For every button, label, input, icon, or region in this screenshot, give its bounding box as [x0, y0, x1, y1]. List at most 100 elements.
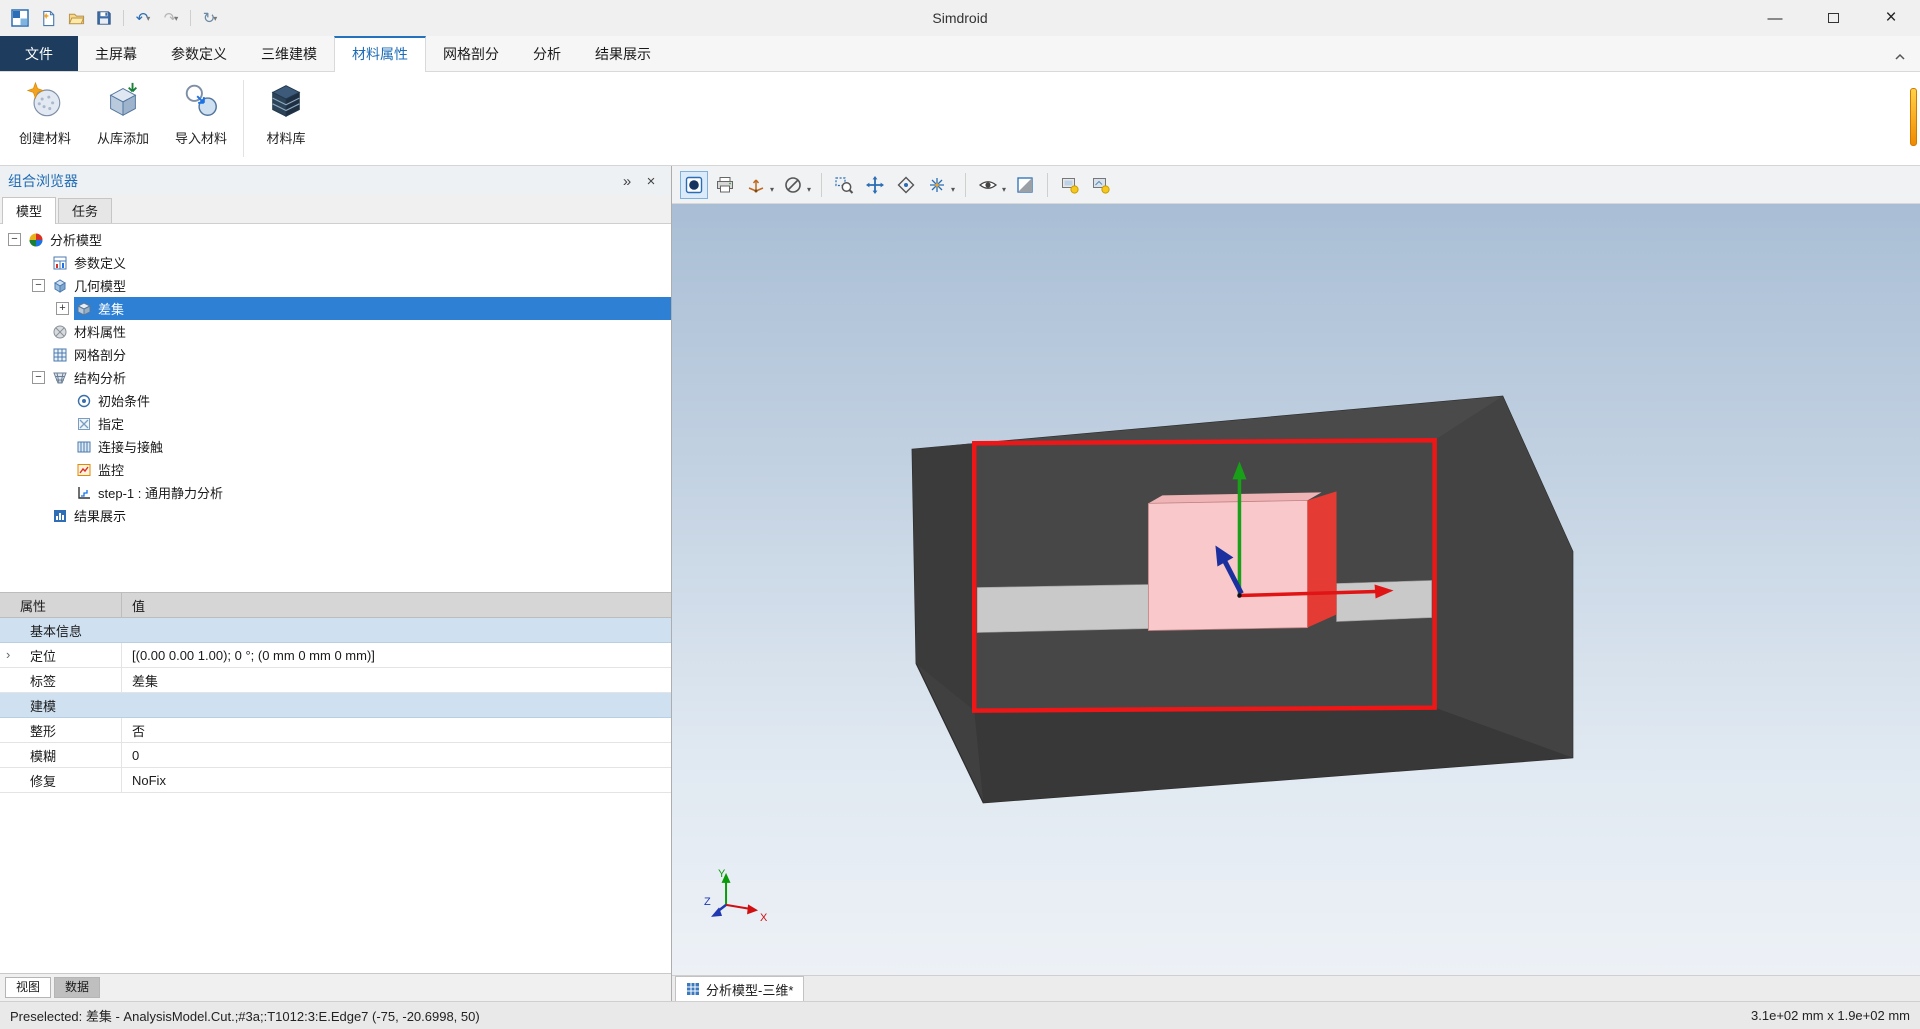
expander-icon[interactable]: +	[56, 302, 69, 315]
display-light-button-2[interactable]	[1087, 171, 1115, 199]
ribbon-button-label: 导入材料	[174, 131, 227, 146]
parameters-icon	[52, 255, 68, 271]
triad-z-label: Z	[704, 896, 711, 908]
create-material-button[interactable]: 创建材料	[6, 72, 84, 165]
quick-access-toolbar: ↶ ▾ ↷ ▾ ↻ ▾	[0, 6, 222, 30]
expander-icon[interactable]: −	[32, 371, 45, 384]
redo-button[interactable]: ↷ ▾	[159, 6, 183, 30]
toolbar-separator	[1047, 172, 1049, 197]
material-properties-icon	[52, 324, 68, 340]
tab-task[interactable]: 任务	[58, 198, 113, 223]
property-value[interactable]: NoFix	[122, 768, 671, 792]
manipulator-origin	[1237, 593, 1242, 598]
tree-item-step-1[interactable]: step-1 : 通用静力分析	[0, 481, 671, 504]
visibility-eye-button[interactable]	[974, 171, 1002, 199]
property-section-modeling: 建模	[0, 693, 671, 718]
model-right-face	[1434, 396, 1573, 758]
save-button[interactable]	[92, 6, 116, 30]
property-value[interactable]: 差集	[122, 668, 671, 692]
create-material-icon	[25, 80, 65, 123]
main-area: 组合浏览器 » × 模型 任务 − 分析模型 参数定义 − 几何模型 + 差集 …	[0, 166, 1920, 1001]
ribbon-tab-bar: 文件 主屏幕 参数定义 三维建模 材料属性 网格剖分 分析 结果展示	[0, 36, 1920, 72]
property-row-tag[interactable]: 标签 差集	[0, 668, 671, 693]
property-grid: 属性 值 基本信息 › 定位 [(0.00 0.00 1.00); 0 °; (…	[0, 592, 671, 793]
panel-title: 组合浏览器	[8, 173, 78, 189]
property-value[interactable]: 0	[122, 743, 671, 767]
collapse-ribbon-icon[interactable]	[1894, 49, 1906, 64]
material-library-button[interactable]: 材料库	[247, 72, 325, 165]
tab-material-properties[interactable]: 材料属性	[334, 36, 426, 72]
tree-item-label: 结构分析	[74, 371, 127, 386]
row-expand-chevron-icon[interactable]: ›	[6, 647, 10, 662]
close-panel-icon[interactable]: ×	[639, 173, 663, 190]
expander-icon[interactable]: −	[32, 279, 45, 292]
structural-analysis-icon	[52, 370, 68, 386]
tree-item-analysis-model[interactable]: − 分析模型	[0, 228, 671, 251]
pin-panel-icon[interactable]: »	[615, 173, 639, 190]
pivot-axis-button[interactable]	[742, 171, 770, 199]
import-material-button[interactable]: 导入材料	[162, 72, 240, 165]
tree-item-label: 网格剖分	[74, 348, 127, 363]
tree-item-geometry-model[interactable]: − 几何模型	[0, 274, 671, 297]
property-row-position[interactable]: › 定位 [(0.00 0.00 1.00); 0 °; (0 mm 0 mm …	[0, 643, 671, 668]
clip-dropdown-icon[interactable]: ▾	[807, 185, 811, 194]
property-row-shaping[interactable]: 整形 否	[0, 718, 671, 743]
print-button[interactable]	[711, 171, 739, 199]
fit-view-button[interactable]	[892, 171, 920, 199]
open-file-button[interactable]	[64, 6, 88, 30]
undo-button[interactable]: ↶ ▾	[131, 6, 155, 30]
property-value[interactable]: [(0.00 0.00 1.00); 0 °; (0 mm 0 mm 0 mm)…	[122, 643, 671, 667]
slot-band-left	[976, 584, 1149, 633]
tree-item-initial-conditions[interactable]: 初始条件	[0, 389, 671, 412]
pan-button[interactable]	[861, 171, 889, 199]
maximize-button[interactable]	[1804, 0, 1862, 36]
viewport-canvas[interactable]: Y X Z	[672, 204, 1920, 975]
tree-item-parameters[interactable]: 参数定义	[0, 251, 671, 274]
tree-item-meshing[interactable]: 网格剖分	[0, 343, 671, 366]
snap-dropdown-icon[interactable]: ▾	[951, 185, 955, 194]
scene-3d: Y X Z	[704, 395, 1574, 924]
tree-item-contact[interactable]: 连接与接触	[0, 435, 671, 458]
tab-model[interactable]: 模型	[2, 197, 57, 224]
tree-item-cut[interactable]: + 差集	[0, 297, 671, 320]
assign-icon	[76, 416, 92, 432]
panel-bottom-tab-bar: 视图 数据	[0, 973, 671, 1001]
shade-mode-button[interactable]	[1011, 171, 1039, 199]
tree-item-structural-analysis[interactable]: − 结构分析	[0, 366, 671, 389]
value-column-header: 值	[132, 598, 146, 614]
tab-meshing[interactable]: 网格剖分	[426, 36, 516, 71]
tab-file[interactable]: 文件	[0, 36, 78, 71]
visibility-dropdown-icon[interactable]: ▾	[1002, 185, 1006, 194]
orientation-triad: Y X Z	[704, 868, 768, 924]
toolbar-separator	[123, 10, 124, 26]
tree-item-assign[interactable]: 指定	[0, 412, 671, 435]
new-file-button[interactable]	[36, 6, 60, 30]
tree-item-monitor[interactable]: 监控	[0, 458, 671, 481]
property-row-repair[interactable]: 修复 NoFix	[0, 768, 671, 793]
clip-plane-button[interactable]	[779, 171, 807, 199]
viewport-tab-3d[interactable]: 分析模型-三维*	[675, 976, 805, 1001]
tab-data[interactable]: 数据	[54, 977, 101, 998]
ribbon-scrollbar-thumb[interactable]	[1910, 88, 1917, 146]
expander-icon[interactable]: −	[8, 233, 21, 246]
tab-home[interactable]: 主屏幕	[78, 36, 154, 71]
tab-view[interactable]: 视图	[5, 977, 52, 998]
minimize-button[interactable]: —	[1746, 0, 1804, 36]
snap-button[interactable]	[923, 171, 951, 199]
close-button[interactable]: ×	[1862, 0, 1920, 36]
tree-item-results[interactable]: 结果展示	[0, 504, 671, 527]
zoom-window-button[interactable]	[830, 171, 858, 199]
refresh-button[interactable]: ↻ ▾	[198, 6, 222, 30]
tab-parameters[interactable]: 参数定义	[154, 36, 244, 71]
tab-results[interactable]: 结果展示	[578, 36, 668, 71]
display-light-button-1[interactable]	[1056, 171, 1084, 199]
add-from-library-button[interactable]: 从库添加	[84, 72, 162, 165]
pivot-dropdown-icon[interactable]: ▾	[770, 185, 774, 194]
property-value[interactable]: 否	[122, 718, 671, 742]
tab-3d-modeling[interactable]: 三维建模	[244, 36, 334, 71]
triad-x-label: X	[760, 912, 768, 924]
tab-analysis[interactable]: 分析	[516, 36, 578, 71]
record-view-button[interactable]	[680, 170, 708, 199]
tree-item-material-properties[interactable]: 材料属性	[0, 320, 671, 343]
property-row-fuzzy[interactable]: 模糊 0	[0, 743, 671, 768]
